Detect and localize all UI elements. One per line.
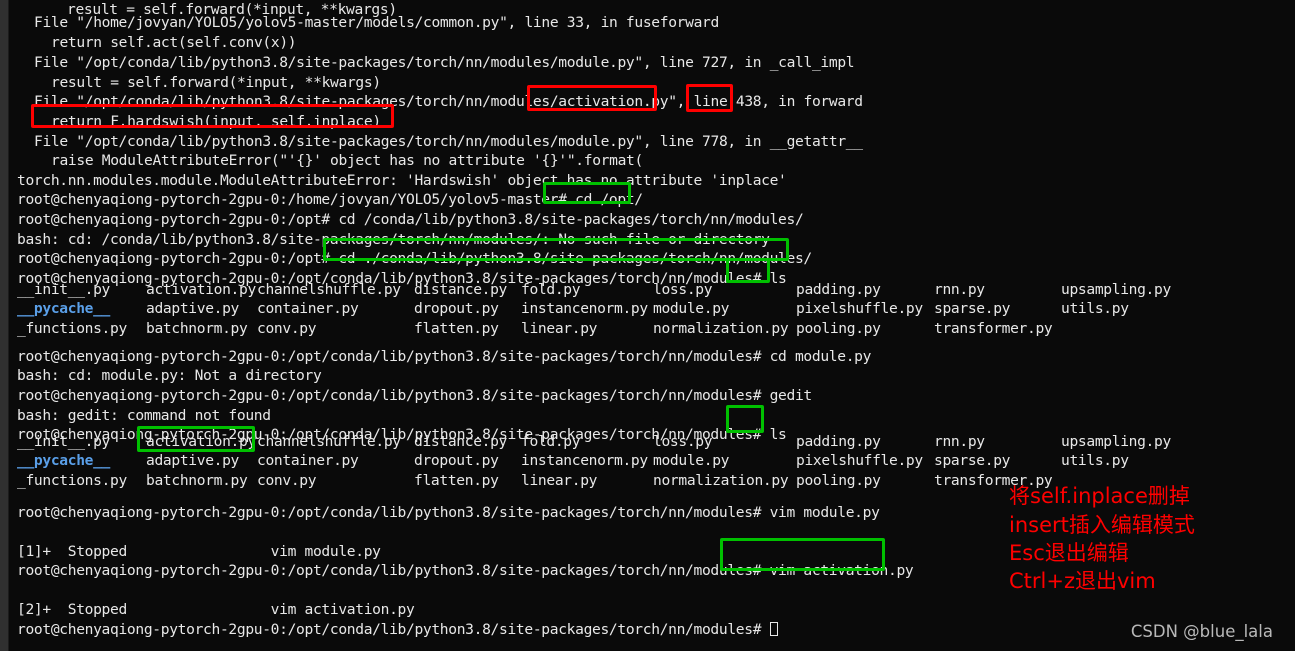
file-entry: _functions.py [17, 320, 127, 337]
file-entry: fold.py [521, 433, 581, 450]
window-left-gutter [0, 0, 9, 651]
terminal-line: File "/opt/conda/lib/python3.8/site-pack… [34, 93, 863, 110]
terminal-line: [1]+ Stopped vim module.py [17, 543, 381, 560]
note-esc-exit-edit: Esc退出编辑 [1009, 541, 1129, 565]
file-entry: loss.py [653, 433, 713, 450]
file-entry: linear.py [521, 472, 598, 489]
file-entry: batchnorm.py [146, 472, 248, 489]
terminal-line: root@chenyaqiong-pytorch-2gpu-0:/opt# cd… [17, 211, 804, 228]
file-entry: normalization.py [653, 472, 789, 489]
terminal-line: torch.nn.modules.module.ModuleAttributeE… [17, 172, 787, 189]
terminal-line: File "/home/jovyan/YOLO5/yolov5-master/m… [34, 14, 719, 31]
file-entry: adaptive.py [146, 452, 240, 469]
file-entry: upsampling.py [1061, 433, 1171, 450]
file-entry: container.py [257, 300, 359, 317]
csdn-watermark: CSDN @blue_lala [1130, 622, 1273, 641]
file-entry: batchnorm.py [146, 320, 248, 337]
file-entry: container.py [257, 452, 359, 469]
terminal-line: root@chenyaqiong-pytorch-2gpu-0:/opt/con… [17, 387, 812, 404]
note-delete-inplace: 将self.inplace删掉 [1009, 484, 1190, 508]
note-ctrlz-exit-vim: Ctrl+z退出vim [1009, 569, 1156, 593]
file-entry: __pycache__ [17, 300, 111, 317]
file-entry: channelshuffle.py [257, 281, 401, 298]
file-entry: pixelshuffle.py [796, 452, 923, 469]
terminal-line: root@chenyaqiong-pytorch-2gpu-0:/home/jo… [17, 191, 643, 208]
terminal-line: root@chenyaqiong-pytorch-2gpu-0:/opt/con… [17, 620, 778, 640]
terminal-line: File "/opt/conda/lib/python3.8/site-pack… [34, 133, 863, 150]
file-entry: module.py [653, 300, 730, 317]
file-entry: sparse.py [934, 452, 1011, 469]
terminal-line: bash: cd: module.py: Not a directory [17, 367, 322, 384]
file-entry: __init__.py [17, 433, 111, 450]
note-insert-mode: insert插入编辑模式 [1009, 513, 1195, 537]
file-entry: __init__.py [17, 281, 111, 298]
file-entry: flatten.py [414, 472, 499, 489]
file-entry: channelshuffle.py [257, 433, 401, 450]
file-entry: rnn.py [934, 433, 985, 450]
file-entry: dropout.py [414, 300, 499, 317]
file-entry: distance.py [414, 433, 508, 450]
file-entry: activation.py [146, 433, 256, 450]
terminal-line: root@chenyaqiong-pytorch-2gpu-0:/opt/con… [17, 348, 872, 365]
file-entry: fold.py [521, 281, 581, 298]
file-entry: instancenorm.py [521, 300, 648, 317]
terminal-cursor [769, 622, 778, 636]
file-entry: conv.py [257, 472, 317, 489]
file-entry: sparse.py [934, 300, 1011, 317]
file-entry: normalization.py [653, 320, 789, 337]
file-entry: pixelshuffle.py [796, 300, 923, 317]
file-entry: utils.py [1061, 300, 1129, 317]
file-entry: pooling.py [796, 320, 881, 337]
terminal-line: root@chenyaqiong-pytorch-2gpu-0:/opt/con… [17, 562, 914, 579]
file-entry: upsampling.py [1061, 281, 1171, 298]
file-entry: padding.py [796, 433, 881, 450]
terminal-line: File "/opt/conda/lib/python3.8/site-pack… [34, 54, 855, 71]
file-entry: adaptive.py [146, 300, 240, 317]
terminal-line: [2]+ Stopped vim activation.py [17, 601, 415, 618]
terminal-line: return F.hardswish(input, self.inplace) [51, 113, 381, 130]
terminal-line: raise ModuleAttributeError("'{}' object … [51, 152, 643, 169]
file-entry: linear.py [521, 320, 598, 337]
file-entry: __pycache__ [17, 452, 111, 469]
file-entry: activation.py [146, 281, 256, 298]
file-entry: rnn.py [934, 281, 985, 298]
file-entry: dropout.py [414, 452, 499, 469]
file-entry: conv.py [257, 320, 317, 337]
file-entry: flatten.py [414, 320, 499, 337]
file-entry: instancenorm.py [521, 452, 648, 469]
terminal-line: bash: cd: /conda/lib/python3.8/site-pack… [17, 231, 770, 248]
terminal-line: root@chenyaqiong-pytorch-2gpu-0:/opt# cd… [17, 250, 812, 267]
file-entry: utils.py [1061, 452, 1129, 469]
terminal-line: return self.act(self.conv(x)) [51, 34, 297, 51]
file-entry: transformer.py [934, 320, 1053, 337]
file-entry: module.py [653, 452, 730, 469]
file-entry: distance.py [414, 281, 508, 298]
file-entry: pooling.py [796, 472, 881, 489]
file-entry: loss.py [653, 281, 713, 298]
terminal-line: root@chenyaqiong-pytorch-2gpu-0:/opt/con… [17, 504, 880, 521]
screenshot-root: result = self.forward(*input, **kwargs) F… [0, 0, 1295, 651]
file-entry: padding.py [796, 281, 881, 298]
terminal-line: result = self.forward(*input, **kwargs) [51, 74, 381, 91]
file-entry: _functions.py [17, 472, 127, 489]
terminal-line: bash: gedit: command not found [17, 407, 271, 424]
terminal-output-area[interactable]: result = self.forward(*input, **kwargs) F… [9, 0, 1295, 651]
